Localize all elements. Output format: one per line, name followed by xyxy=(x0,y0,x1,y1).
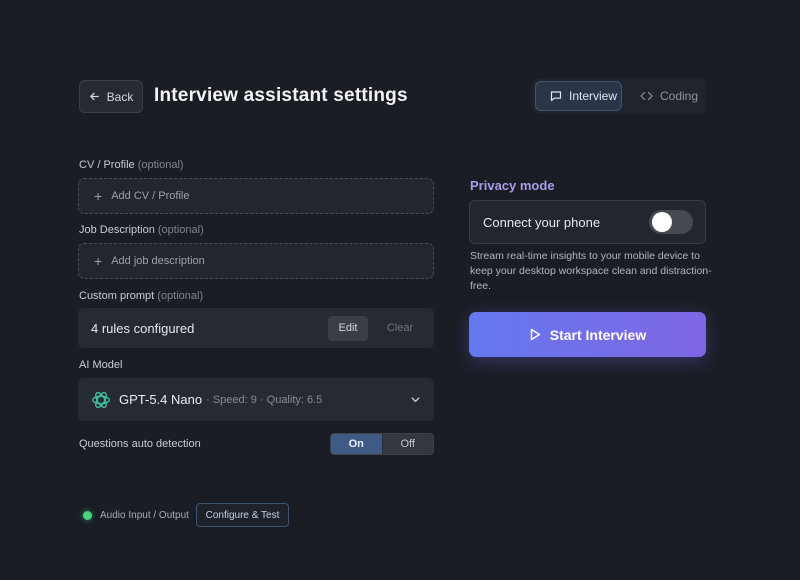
connect-phone-label: Connect your phone xyxy=(483,214,601,230)
add-cv-button[interactable]: + Add CV / Profile xyxy=(78,178,434,214)
connect-phone-toggle[interactable] xyxy=(649,210,693,234)
code-icon xyxy=(640,91,653,101)
cv-optional: (optional) xyxy=(137,159,184,171)
tab-coding-label: Coding xyxy=(660,89,699,103)
custom-prompt-box: 4 rules configured Edit Clear xyxy=(78,308,434,348)
play-icon xyxy=(530,328,540,341)
chevron-down-icon xyxy=(410,394,421,405)
back-button[interactable]: Back xyxy=(79,80,143,113)
tab-interview-label: Interview xyxy=(569,89,618,103)
model-label: AI Model xyxy=(79,359,123,371)
prompt-status: 4 rules configured xyxy=(91,320,195,336)
tab-coding[interactable]: Coding xyxy=(638,81,698,111)
prompt-optional: (optional) xyxy=(157,290,204,302)
openai-logo-icon xyxy=(92,391,110,408)
privacy-title: Privacy mode xyxy=(470,178,555,193)
job-optional: (optional) xyxy=(157,224,204,236)
plus-icon: + xyxy=(94,253,103,269)
back-label: Back xyxy=(106,89,134,104)
clear-prompt-button[interactable]: Clear xyxy=(376,316,424,341)
model-name: GPT-5.4 Nano xyxy=(119,392,203,407)
prompt-label: Custom prompt (optional) xyxy=(79,290,203,303)
job-label-text: Job Description xyxy=(79,224,155,236)
mode-switch: Interview Coding xyxy=(532,78,706,114)
audio-label: Audio Input / Output xyxy=(100,510,189,521)
add-job-label: Add job description xyxy=(111,255,205,267)
privacy-description: Stream real-time insights to your mobile… xyxy=(470,250,712,292)
job-label: Job Description (optional) xyxy=(79,224,204,237)
cv-label: CV / Profile (optional) xyxy=(79,159,184,172)
start-interview-label: Start Interview xyxy=(549,326,647,343)
chat-bubble-icon xyxy=(550,91,562,102)
start-interview-button[interactable]: Start Interview xyxy=(469,312,706,357)
tab-interview[interactable]: Interview xyxy=(535,81,622,111)
connect-phone-row: Connect your phone xyxy=(469,200,706,244)
cv-label-text: CV / Profile xyxy=(79,159,135,171)
model-meta: · Speed: 9 · Quality: 6.5 xyxy=(206,393,323,406)
configure-test-button[interactable]: Configure & Test xyxy=(196,503,289,527)
prompt-label-text: Custom prompt xyxy=(79,290,155,302)
toggle-knob xyxy=(652,212,672,232)
auto-detection-on[interactable]: On xyxy=(331,434,383,454)
arrow-left-icon xyxy=(89,92,99,101)
plus-icon: + xyxy=(94,188,103,204)
audio-status-dot xyxy=(83,511,92,520)
add-cv-label: Add CV / Profile xyxy=(111,190,190,202)
page-title: Interview assistant settings xyxy=(154,85,408,106)
auto-detection-label: Questions auto detection xyxy=(79,438,201,450)
model-select[interactable]: GPT-5.4 Nano · Speed: 9 · Quality: 6.5 xyxy=(78,378,434,421)
auto-detection-off[interactable]: Off xyxy=(382,434,433,454)
auto-detection-toggle: On Off xyxy=(330,433,434,455)
edit-prompt-button[interactable]: Edit xyxy=(328,315,368,341)
add-job-description-button[interactable]: + Add job description xyxy=(78,243,434,279)
